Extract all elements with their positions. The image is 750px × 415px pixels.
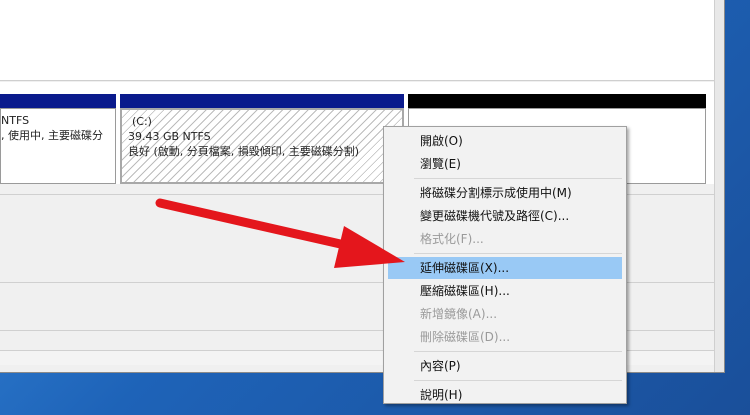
menu-item-delete-volume: 刪除磁碟區(D)... — [420, 330, 511, 344]
partition-c-drive[interactable]: (C:) 39.43 GB NTFS 良好 (啟動, 分頁檔案, 損毀傾印, 主… — [120, 94, 404, 184]
context-menu: 開啟(O) 瀏覽(E) 將磁碟分割標示成使用中(M) 變更磁碟機代號及路徑(C)… — [383, 126, 627, 404]
menu-item-change-drive-letter[interactable]: 變更磁碟機代號及路徑(C)... — [386, 205, 624, 227]
menu-item-add-mirror: 新增鏡像(A)... — [420, 307, 498, 321]
partition-status: , 使用中, 主要磁碟分 — [1, 129, 103, 142]
menu-item-mark-active[interactable]: 將磁碟分割標示成使用中(M) — [386, 182, 624, 204]
menu-separator — [414, 380, 622, 381]
partition-size: 39.43 GB NTFS — [128, 130, 211, 143]
menu-separator — [414, 253, 622, 254]
partition-bar — [120, 94, 404, 108]
vertical-scrollbar[interactable] — [714, 0, 724, 372]
partition-bar — [0, 94, 116, 108]
partition-status: 良好 (啟動, 分頁檔案, 損毀傾印, 主要磁碟分割) — [128, 145, 360, 158]
menu-separator — [414, 178, 622, 179]
partition-body: (C:) 39.43 GB NTFS 良好 (啟動, 分頁檔案, 損毀傾印, 主… — [120, 108, 404, 184]
menu-item-explore[interactable]: 瀏覽(E) — [386, 153, 624, 175]
menu-item-extend-volume[interactable]: 延伸磁碟區(X)... — [388, 257, 622, 279]
partition-bar — [408, 94, 706, 108]
menu-item-shrink-volume[interactable]: 壓縮磁碟區(H)... — [386, 280, 624, 302]
menu-separator — [414, 351, 622, 352]
menu-item-help[interactable]: 說明(H) — [386, 384, 624, 406]
partition-filesystem: NTFS — [1, 114, 30, 127]
menu-item-format: 格式化(F)... — [420, 232, 484, 246]
menu-item-open[interactable]: 開啟(O) — [386, 130, 624, 152]
partition-system-reserved[interactable]: NTFS , 使用中, 主要磁碟分 — [0, 94, 116, 184]
partition-label: (C:) — [132, 115, 152, 128]
menu-item-properties[interactable]: 內容(P) — [386, 355, 624, 377]
partition-body: NTFS , 使用中, 主要磁碟分 — [0, 108, 116, 184]
volume-list-pane[interactable] — [0, 0, 714, 81]
